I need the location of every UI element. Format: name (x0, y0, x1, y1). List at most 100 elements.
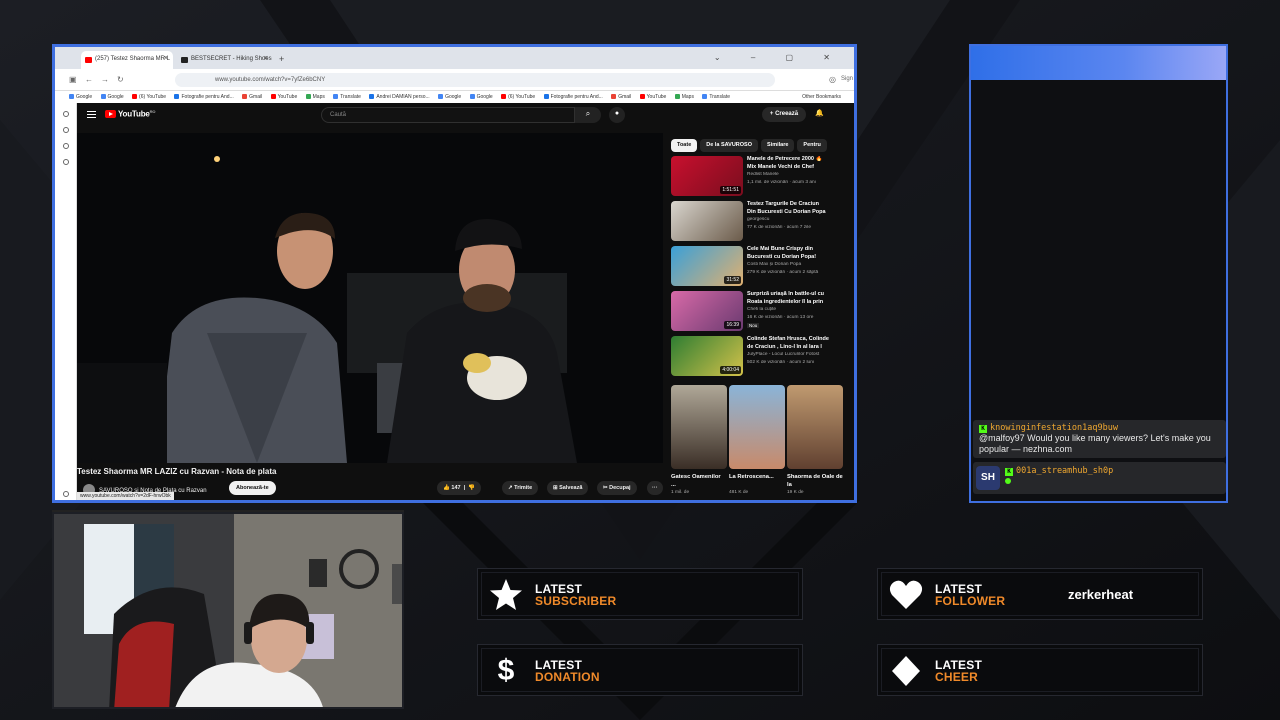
recommended-video[interactable]: 16:39 Surpriză uriașă în battle-ul cu Ro… (671, 291, 831, 331)
menu-icon[interactable] (87, 111, 96, 118)
bookmark[interactable]: Fotografie pentru And... (543, 94, 603, 100)
save-button[interactable]: ⊞ Salvează (547, 481, 589, 495)
video-thumbnail[interactable]: 4:00:04 (671, 336, 743, 376)
bookmark[interactable]: Google (438, 94, 461, 100)
close-tab-icon[interactable]: × (164, 55, 168, 62)
bookmark[interactable]: (6) YouTube (501, 94, 535, 100)
chip-all[interactable]: Toate (671, 139, 698, 152)
chip-from-channel[interactable]: De la SAVUROSO (700, 139, 759, 152)
sign-in-button[interactable]: Sign (841, 76, 853, 82)
back-icon[interactable]: ← (85, 75, 93, 84)
bookmark[interactable]: Translate (702, 94, 730, 100)
chat-username[interactable]: knowinginfestation1aq9buw (990, 423, 1118, 433)
forward-icon[interactable]: → (101, 75, 109, 84)
close-tab-icon[interactable]: × (264, 55, 268, 62)
channel-name[interactable]: JulyPlace - Locul Lucrurilor Fotost (747, 352, 829, 357)
short-thumbnail[interactable] (671, 385, 727, 469)
video-thumbnail[interactable]: 16:39 (671, 291, 743, 331)
dollar-icon: $ (497, 654, 515, 687)
reload-icon[interactable]: ↻ (117, 75, 124, 84)
sidebar-icon[interactable]: ▣ (69, 75, 77, 84)
youtube-logo[interactable]: YouTubeRO (105, 109, 155, 119)
bookmark[interactable]: Translate (333, 94, 361, 100)
video-title[interactable]: Manele de Petrecere 2000 🔥 Mix Manele Ve… (747, 156, 829, 171)
recommended-video[interactable]: 4:00:04 Colinde Stefan Hrusca, Colinde d… (671, 336, 831, 376)
create-button[interactable]: + Creează (762, 107, 806, 122)
history-icon[interactable] (63, 143, 69, 149)
status-bar-url: www.youtube.com/watch?v=2dF-hrwObk (77, 492, 174, 500)
chat-panel: Kknowinginfestation1aq9buw @malfoy97 Wou… (969, 44, 1228, 503)
chip-similar[interactable]: Similare (761, 139, 795, 152)
short-video[interactable]: Gatesc Oamenilor ... 1 mil. de (671, 385, 727, 495)
bookmark[interactable]: Gmail (242, 94, 262, 100)
tab-bestsecret[interactable]: BESTSECRET - Hiking Shoes × (177, 51, 273, 69)
bookmark[interactable]: Andrei DAMIAN perso... (369, 94, 430, 100)
video-title[interactable]: Surpriză uriașă în battle-ul cu Roata in… (747, 291, 829, 306)
video-thumbnail[interactable]: 31:52 (671, 246, 743, 286)
subscribe-button[interactable]: Abonează-te (229, 481, 276, 495)
short-title[interactable]: La Retroscena... (729, 473, 785, 489)
youtube-page: YouTubeRO Caută ⌕ ● + Creează 🔔 Testez S… (77, 103, 854, 500)
channel-name[interactable]: georgescu (747, 217, 829, 222)
new-tab-button[interactable]: + (279, 54, 284, 64)
like-button[interactable]: 👍 147 | 👎 (437, 481, 482, 495)
star-icon[interactable] (63, 159, 69, 165)
search-input[interactable]: Caută (321, 107, 575, 123)
bookmark[interactable]: Maps (305, 94, 325, 100)
webcam-feed (54, 514, 402, 707)
recommended-video[interactable]: Testez Targurile De Craciun Din Bucurest… (671, 201, 831, 241)
dislike-icon: 👎 (468, 485, 476, 491)
chip-for-you[interactable]: Pentru (797, 139, 827, 152)
window-controls[interactable]: ⌄ – ▢ ✕ (714, 53, 844, 62)
recommended-video[interactable]: 1:51:51 Manele de Petrecere 2000 🔥 Mix M… (671, 156, 831, 196)
microphone-icon[interactable]: ● (609, 107, 625, 123)
short-title[interactable]: Gatesc Oamenilor ... (671, 473, 727, 489)
chat-header (971, 46, 1226, 80)
panel-icon[interactable] (63, 127, 69, 133)
short-video[interactable]: Shaorma de Oale de la 19 K de (787, 385, 843, 495)
stream-overlay: (257) Testez Shaorma MR L × BESTSECRET -… (0, 0, 1280, 720)
diamond-icon (892, 656, 920, 686)
browser-window: (257) Testez Shaorma MR L × BESTSECRET -… (52, 44, 857, 503)
video-title[interactable]: Testez Targurile De Craciun Din Bucurest… (747, 201, 829, 216)
other-bookmarks[interactable]: Other Bookmarks (802, 94, 841, 100)
clip-button[interactable]: ✂ Decupaj (597, 481, 637, 495)
channel-name[interactable]: Redlist Manele (747, 172, 829, 177)
bookmark[interactable]: Google (100, 94, 124, 100)
tab-youtube[interactable]: (257) Testez Shaorma MR L × (81, 51, 173, 69)
recommended-video[interactable]: 31:52 Cele Mai Bune Crispy din Bucuresti… (671, 246, 831, 286)
short-thumbnail[interactable] (729, 385, 785, 469)
search-icon[interactable]: ⌕ (575, 107, 601, 123)
short-thumbnail[interactable] (787, 385, 843, 469)
bookmark[interactable]: YouTube (639, 94, 666, 100)
bookmark[interactable]: Google (469, 94, 493, 100)
chat-message: SH K 001a_streamhub_sh0p (973, 462, 1226, 494)
video-title[interactable]: Colinde Stefan Hrusca, Colinde de Craciu… (747, 336, 829, 351)
video-thumbnail[interactable]: 1:51:51 (671, 156, 743, 196)
bookmark[interactable]: Gmail (611, 94, 631, 100)
chat-username[interactable]: 001a_streamhub_sh0p (1016, 466, 1113, 476)
bookmark[interactable]: Maps (674, 94, 694, 100)
short-title[interactable]: Shaorma de Oale de la (787, 473, 843, 489)
share-icon: ↗ (508, 485, 513, 491)
profile-icon[interactable]: ◎ (829, 75, 836, 84)
short-video[interactable]: La Retroscena... 481 K de (729, 385, 785, 495)
share-button[interactable]: ↗ Trimite (502, 481, 539, 495)
bookmark[interactable]: Google (69, 94, 92, 100)
notifications-icon[interactable]: 🔔 (815, 109, 824, 117)
more-actions-button[interactable]: ··· (647, 481, 663, 495)
address-input[interactable]: www.youtube.com/watch?v=7yfZe6bCNY (175, 73, 775, 87)
channel-name[interactable]: Chefi la cuțite (747, 307, 829, 312)
bookmark[interactable]: Fotografie pentru And... (174, 94, 234, 100)
video-title[interactable]: Cele Mai Bune Crispy din Bucuresti cu Do… (747, 246, 829, 261)
latest-follower-panel: LATEST FOLLOWER zerkerheat (877, 568, 1203, 620)
settings-icon[interactable] (63, 491, 69, 497)
bookmark[interactable]: (6) YouTube (132, 94, 166, 100)
video-player[interactable] (77, 133, 663, 463)
chat-text: @malfoy97 Would you like many viewers? L… (979, 433, 1211, 454)
bookmark[interactable]: YouTube (270, 94, 297, 100)
kick-icon: K (979, 425, 987, 433)
video-thumbnail[interactable] (671, 201, 743, 241)
panel-icon[interactable] (63, 111, 69, 117)
channel-name[interactable]: Costi Max și Dorian Popa (747, 262, 829, 267)
